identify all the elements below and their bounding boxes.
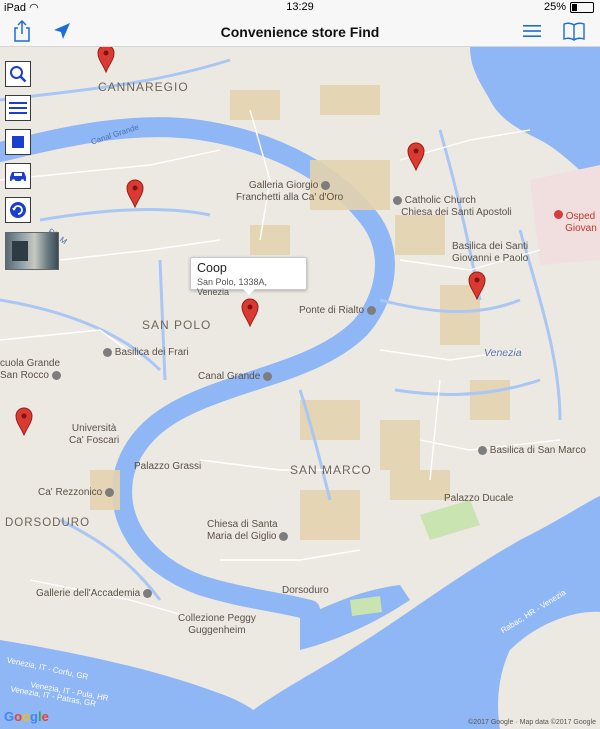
district-label-san-polo: SAN POLO <box>142 318 212 332</box>
google-logo: Google <box>4 709 49 724</box>
hospital-icon <box>554 210 563 219</box>
museum-icon <box>321 180 331 190</box>
navigation-bar: Convenience store Find <box>0 16 600 47</box>
poi-santa-maria-del-giglio[interactable]: Chiesa di Santa Maria del Giglio <box>207 519 289 543</box>
battery-indicator: 25% <box>544 1 594 13</box>
list-button[interactable] <box>5 95 31 121</box>
book-icon <box>563 22 585 41</box>
store-address: San Polo, 1338A, Venezia <box>197 277 268 297</box>
landmark-icon <box>367 305 377 315</box>
poi-universita-ca-foscari[interactable]: Università Ca' Foscari <box>69 423 119 447</box>
poi-gallerie-accademia[interactable]: Gallerie dell'Accademia <box>36 588 153 600</box>
car-icon <box>10 172 26 183</box>
status-bar: iPad ◠ 13:29 25% <box>0 0 600 16</box>
church-icon <box>478 445 487 455</box>
rotate-button[interactable] <box>5 197 31 223</box>
rotate-icon <box>10 202 26 218</box>
bookmarks-button[interactable] <box>560 18 588 44</box>
poi-collezione-guggenheim[interactable]: Collezione Peggy Guggenheim <box>178 613 256 637</box>
map-credits: ©2017 Google · Map data ©2017 Google <box>468 719 596 726</box>
district-label-dorsoduro: DORSODURO <box>5 517 91 529</box>
poi-scuola-san-rocco[interactable]: cuola Grande San Rocco <box>0 358 61 382</box>
search-icon <box>10 66 27 83</box>
menu-button[interactable] <box>518 18 546 44</box>
landmark-icon <box>263 371 273 381</box>
street-view-thumbnail[interactable] <box>5 232 59 270</box>
battery-icon <box>570 1 594 13</box>
car-route-button[interactable] <box>5 163 31 189</box>
store-pin-coop-selected[interactable] <box>240 297 260 327</box>
district-label-san-marco: SAN MARCO <box>290 463 372 477</box>
store-name: Coop <box>197 261 227 275</box>
store-pin[interactable] <box>96 47 116 73</box>
poi-basilica-dei-frari[interactable]: Basilica dei Frari <box>100 347 189 359</box>
page-title: Convenience store Find <box>220 24 380 40</box>
battery-fill <box>572 3 577 11</box>
hamburger-menu-icon <box>523 25 541 37</box>
poi-ca-rezzonico[interactable]: Ca' Rezzonico <box>38 487 115 499</box>
battery-percent: 25% <box>543 1 566 13</box>
poi-basilica-san-marco[interactable]: Basilica di San Marco <box>475 445 586 457</box>
square-button[interactable] <box>5 129 31 155</box>
poi-dorsoduro[interactable]: Dorsoduro <box>282 585 329 597</box>
poi-ospedale[interactable]: Osped Giovan <box>554 210 597 235</box>
store-info-window[interactable]: Coop San Polo, 1338A, Venezia <box>190 257 307 297</box>
poi-ponte-di-rialto[interactable]: Ponte di Rialto <box>299 305 377 317</box>
church-icon <box>393 195 402 205</box>
poi-palazzo-ducale[interactable]: Palazzo Ducale <box>444 493 513 505</box>
city-label-venezia: Venezia <box>484 347 522 359</box>
museum-icon <box>105 487 115 497</box>
church-icon <box>103 347 112 357</box>
poi-palazzo-grassi[interactable]: Palazzo Grassi <box>134 461 201 473</box>
poi-basilica-santi-giovanni[interactable]: Basilica dei Santi Giovanni e Paolo <box>452 241 528 265</box>
list-icon <box>9 102 27 114</box>
store-pin[interactable] <box>125 178 145 208</box>
poi-canal-grande[interactable]: Canal Grande <box>198 371 273 383</box>
poi-galleria-franchetti[interactable]: Galleria Giorgio Franchetti alla Ca' d'O… <box>236 180 343 204</box>
church-icon <box>279 531 289 541</box>
store-pin[interactable] <box>14 406 34 436</box>
museum-icon <box>143 588 153 598</box>
store-pin[interactable] <box>406 141 426 171</box>
district-label-cannaregio: CANNAREGIO <box>98 80 189 94</box>
clock: 13:29 <box>286 1 314 13</box>
museum-icon <box>51 370 61 380</box>
square-icon <box>12 136 24 148</box>
search-button[interactable] <box>5 61 31 87</box>
map-toolbar <box>5 61 59 270</box>
poi-catholic-church[interactable]: Catholic Church Chiesa dei Santi Apostol… <box>390 195 512 219</box>
map-canvas[interactable]: CANNAREGIO SAN POLO SAN MARCO DORSODURO … <box>0 47 600 729</box>
store-pin[interactable] <box>467 270 487 300</box>
